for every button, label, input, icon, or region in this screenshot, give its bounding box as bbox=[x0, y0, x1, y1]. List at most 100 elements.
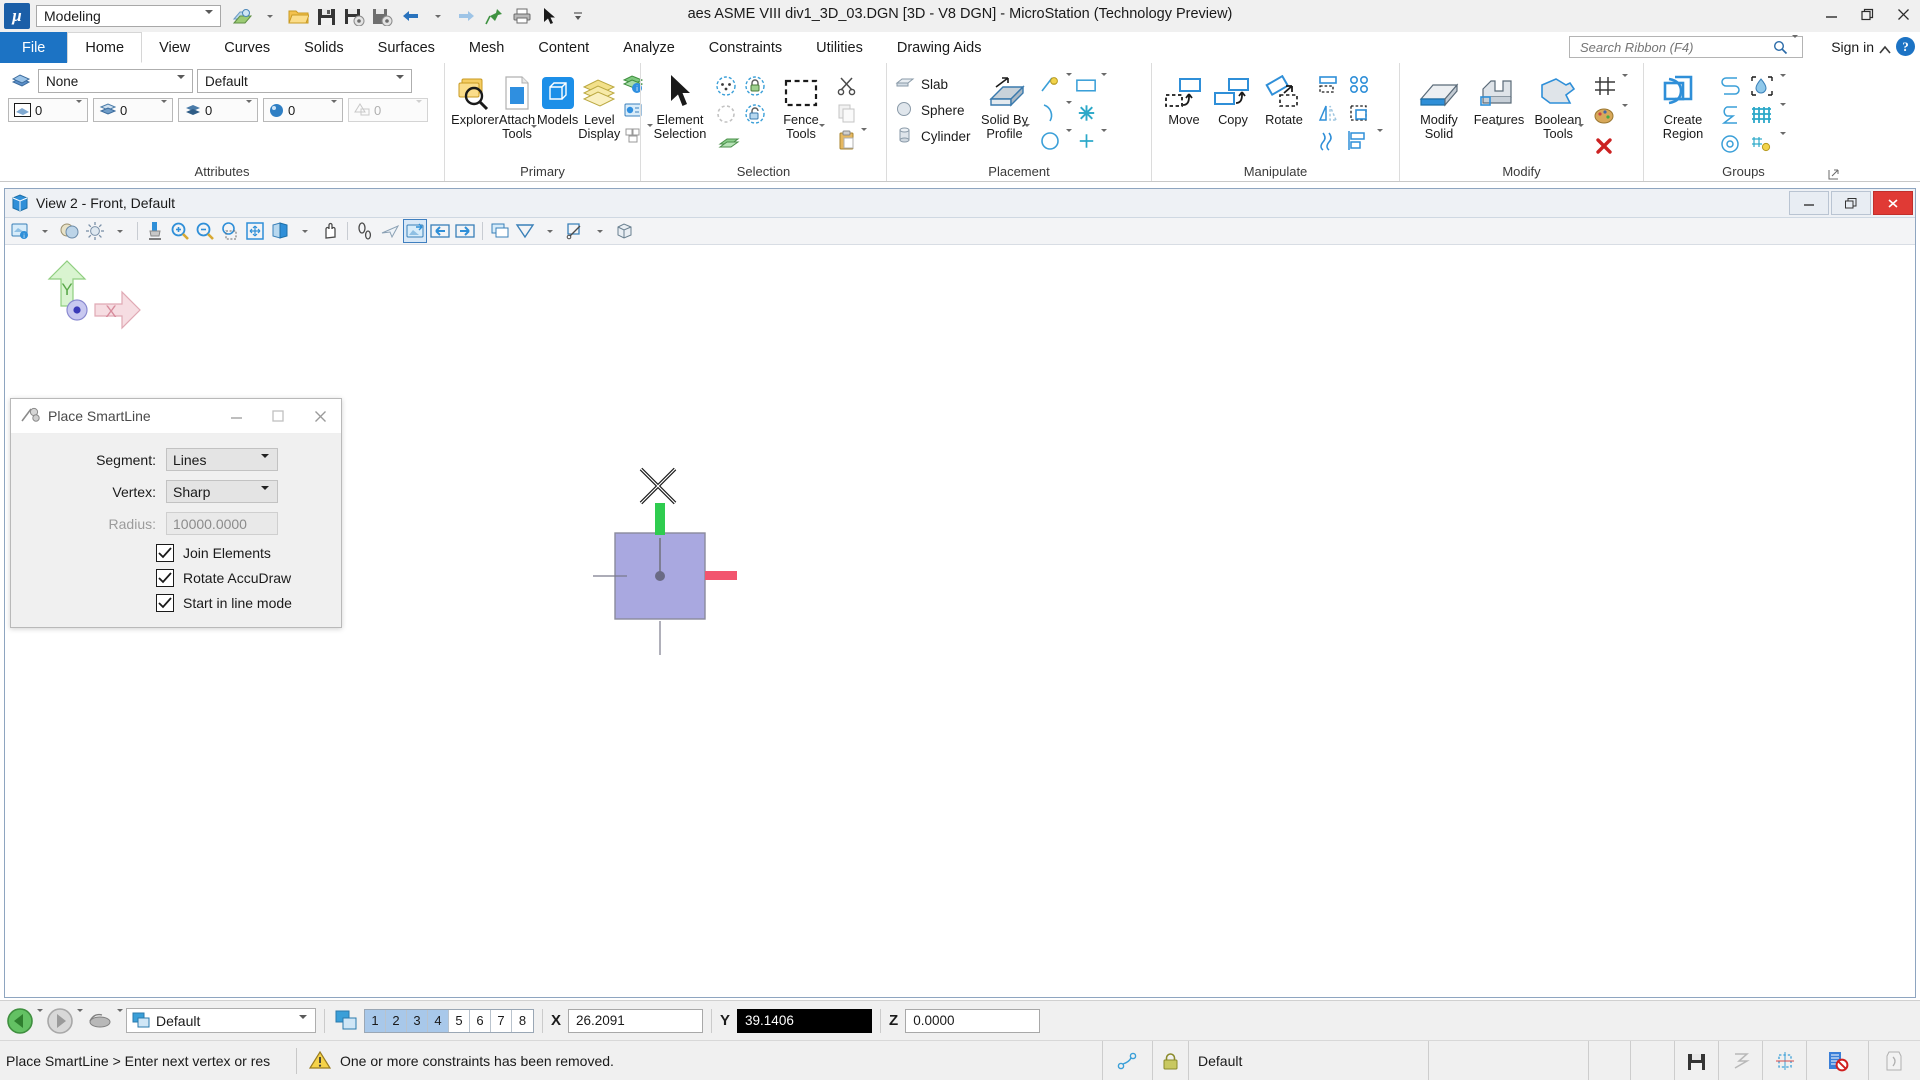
select-all-icon[interactable] bbox=[716, 129, 741, 154]
element-template-combo[interactable]: Default bbox=[197, 69, 412, 94]
lock-element-icon[interactable] bbox=[742, 73, 767, 98]
chevron-down-icon[interactable] bbox=[1780, 102, 1786, 124]
view-toggle-3[interactable]: 3 bbox=[407, 1009, 428, 1032]
chevron-down-icon[interactable] bbox=[1780, 131, 1786, 153]
view-attributes-icon[interactable]: i bbox=[8, 219, 32, 243]
chevron-down-icon[interactable] bbox=[37, 1008, 43, 1030]
view-title-bar[interactable]: View 2 - Front, Default bbox=[5, 189, 1915, 218]
save-as-icon[interactable] bbox=[369, 3, 395, 29]
chevron-down-icon[interactable] bbox=[1100, 72, 1107, 94]
undo-icon[interactable] bbox=[397, 3, 423, 29]
tab-solids[interactable]: Solids bbox=[287, 32, 361, 63]
collapse-ribbon-icon[interactable] bbox=[1878, 42, 1892, 60]
chevron-down-icon[interactable] bbox=[1023, 124, 1030, 142]
open-file-icon[interactable] bbox=[285, 3, 311, 29]
place-slab-button[interactable]: Slab bbox=[895, 72, 971, 96]
window-area-icon[interactable] bbox=[218, 219, 242, 243]
join-elements-row[interactable]: Join Elements bbox=[11, 544, 325, 562]
view-next-icon[interactable] bbox=[453, 219, 477, 243]
view-toggle-4[interactable]: 4 bbox=[428, 1009, 449, 1032]
minimize-icon[interactable] bbox=[1820, 4, 1842, 24]
construct-array-icon[interactable] bbox=[1346, 100, 1371, 125]
move-button[interactable]: Move bbox=[1160, 69, 1208, 127]
level-display-button[interactable]: Level Display bbox=[578, 69, 620, 141]
start-in-line-mode-row[interactable]: Start in line mode bbox=[11, 594, 325, 612]
chevron-down-icon[interactable] bbox=[861, 127, 867, 149]
update-view-icon[interactable] bbox=[143, 219, 167, 243]
tab-home[interactable]: Home bbox=[67, 32, 143, 63]
view-toggle-7[interactable]: 7 bbox=[491, 1009, 512, 1032]
view-toggle-1[interactable]: 1 bbox=[365, 1009, 386, 1032]
chevron-down-icon[interactable] bbox=[1100, 128, 1107, 150]
paste-icon[interactable] bbox=[834, 127, 859, 152]
group-hole-icon[interactable] bbox=[1718, 131, 1743, 156]
copy-view-icon[interactable] bbox=[488, 219, 512, 243]
copy-button[interactable]: Copy bbox=[1209, 69, 1257, 127]
select-by-attributes-icon[interactable] bbox=[713, 73, 738, 98]
align-icon[interactable] bbox=[1346, 128, 1371, 153]
chevron-down-icon[interactable] bbox=[257, 3, 283, 29]
tab-analyze[interactable]: Analyze bbox=[606, 32, 692, 63]
display-style-icon[interactable] bbox=[58, 219, 82, 243]
copy-icon[interactable] bbox=[834, 100, 859, 125]
chevron-down-icon[interactable] bbox=[1578, 124, 1584, 142]
qat-overflow-icon[interactable] bbox=[565, 3, 591, 29]
create-region-button[interactable]: Create Region bbox=[1652, 69, 1714, 141]
cut-icon[interactable] bbox=[834, 73, 859, 98]
dialog-close-icon[interactable] bbox=[299, 399, 341, 433]
tab-file[interactable]: File bbox=[0, 32, 68, 63]
search-input[interactable] bbox=[1578, 38, 1773, 56]
save-icon[interactable] bbox=[313, 3, 339, 29]
tab-constraints[interactable]: Constraints bbox=[692, 32, 799, 63]
view-toggle-5[interactable]: 5 bbox=[449, 1009, 470, 1032]
view-toggle-6[interactable]: 6 bbox=[470, 1009, 491, 1032]
element-selection-button[interactable]: Element Selection bbox=[649, 69, 711, 141]
pan-view-icon[interactable] bbox=[318, 219, 342, 243]
no-annotation-icon[interactable] bbox=[1806, 1041, 1868, 1080]
tab-drawing-aids[interactable]: Drawing Aids bbox=[880, 32, 999, 63]
chevron-down-icon[interactable] bbox=[1065, 128, 1072, 150]
previous-model-icon[interactable] bbox=[6, 1007, 34, 1035]
next-model-icon[interactable] bbox=[46, 1007, 74, 1035]
trim-icon[interactable] bbox=[1592, 73, 1617, 98]
chevron-down-icon[interactable] bbox=[1622, 73, 1628, 95]
hatch-area-icon[interactable] bbox=[1749, 102, 1774, 127]
dialog-launcher-icon[interactable] bbox=[1828, 167, 1839, 180]
snap-status-icon[interactable] bbox=[1762, 1041, 1806, 1080]
place-cross-icon[interactable] bbox=[1074, 128, 1099, 153]
stretch-icon[interactable] bbox=[1315, 128, 1340, 153]
chevron-down-icon[interactable] bbox=[33, 219, 57, 243]
select-pointer-icon[interactable] bbox=[537, 3, 563, 29]
view-cube-icon[interactable] bbox=[613, 219, 637, 243]
fit-view-icon[interactable] bbox=[243, 219, 267, 243]
join-elements-checkbox[interactable] bbox=[156, 544, 174, 562]
accudraw-z-input[interactable]: 0.0000 bbox=[905, 1008, 1041, 1033]
redo-icon[interactable] bbox=[453, 3, 479, 29]
chevron-down-icon[interactable] bbox=[1622, 103, 1628, 125]
element-status-icon[interactable] bbox=[1868, 1041, 1920, 1080]
chevron-down-icon[interactable] bbox=[1065, 72, 1072, 94]
snap-mode-icon[interactable] bbox=[86, 1007, 114, 1035]
explorer-button[interactable]: Explorer bbox=[451, 69, 499, 127]
view-restore-icon[interactable] bbox=[1831, 191, 1871, 215]
tab-content[interactable]: Content bbox=[521, 32, 606, 63]
adjust-brightness-icon[interactable] bbox=[83, 219, 107, 243]
chevron-down-icon[interactable] bbox=[1792, 35, 1798, 56]
zoom-out-icon[interactable] bbox=[193, 219, 217, 243]
view-groups-icon[interactable] bbox=[333, 1008, 361, 1034]
features-button[interactable]: Features bbox=[1470, 69, 1528, 141]
select-none-icon[interactable] bbox=[713, 101, 738, 126]
view-back-icon[interactable] bbox=[428, 219, 452, 243]
chevron-down-icon[interactable] bbox=[1496, 123, 1502, 141]
lock-icon[interactable] bbox=[1152, 1041, 1188, 1080]
maximize-restore-icon[interactable] bbox=[1856, 4, 1878, 24]
transparency-picker[interactable]: 0 bbox=[263, 98, 343, 122]
boolean-tools-button[interactable]: Boolean Tools bbox=[1528, 69, 1588, 142]
chevron-down-icon[interactable] bbox=[1377, 128, 1383, 150]
mirror-icon[interactable] bbox=[1315, 100, 1340, 125]
view-previous-icon[interactable] bbox=[403, 219, 427, 243]
clip-mask-icon[interactable] bbox=[563, 219, 587, 243]
chevron-down-icon[interactable] bbox=[819, 124, 825, 142]
fly-icon[interactable] bbox=[378, 219, 402, 243]
scale-icon[interactable] bbox=[1315, 72, 1340, 97]
